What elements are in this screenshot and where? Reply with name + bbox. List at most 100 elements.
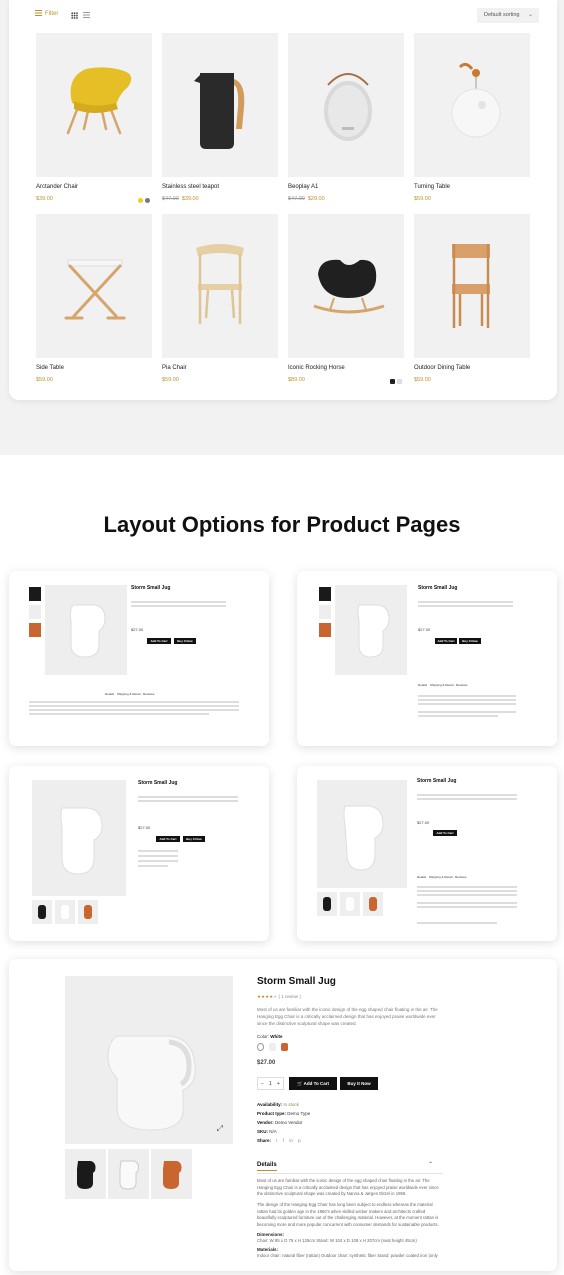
twitter-icon[interactable]: t	[276, 1138, 277, 1143]
add-to-cart-button[interactable]: 🛒 Add To Cart	[289, 1077, 337, 1090]
tab-details[interactable]: Details	[418, 683, 427, 687]
thumbnail-orange-jug[interactable]	[78, 900, 98, 924]
product-card[interactable]: Turning Table $59.00	[414, 33, 530, 202]
tab-details[interactable]: Details	[257, 1162, 277, 1171]
product-card[interactable]: Arctander Chair $39.00	[36, 33, 152, 203]
pinterest-icon[interactable]: p	[298, 1138, 301, 1143]
add-to-cart-label: Add To Cart	[303, 1081, 330, 1086]
thumbnail-black-jug[interactable]	[317, 892, 337, 916]
review-count[interactable]: ( 1 review )	[278, 994, 300, 999]
thumbnail-black-jug[interactable]	[319, 587, 331, 601]
filter-button[interactable]: Filter	[45, 11, 58, 17]
main-product-image[interactable]	[335, 585, 407, 675]
product-type-value[interactable]: Demo Type	[287, 1111, 310, 1116]
product-price: $47.00 $29.00	[288, 196, 404, 202]
product-name[interactable]: Beoplay A1	[288, 184, 404, 190]
product-image[interactable]	[414, 214, 530, 358]
product-image[interactable]	[162, 33, 278, 177]
add-to-cart-button[interactable]: Add To Cart	[435, 638, 457, 644]
zoom-icon[interactable]: ⤢	[217, 1124, 223, 1134]
sort-select[interactable]: Default sorting ⌄	[477, 8, 539, 23]
swatch-black-jug[interactable]	[257, 1043, 264, 1051]
product-name[interactable]: Arctander Chair	[36, 184, 152, 190]
layout-preview-thumbs-bottom[interactable]: Storm Small Jug $27.00 Add To Cart Buy I…	[9, 766, 269, 941]
list-view-icon[interactable]	[83, 12, 90, 19]
product-card[interactable]: Iconic Rocking Horse $89.00	[288, 214, 404, 384]
add-to-cart-button[interactable]: Add To Cart	[433, 830, 457, 836]
buy-now-button[interactable]: Buy It Now	[183, 836, 205, 842]
quantity-value[interactable]: 1	[269, 1081, 272, 1087]
tab-details[interactable]: Details	[105, 692, 114, 696]
tab-reviews[interactable]: Reviews	[143, 692, 154, 696]
product-image[interactable]	[162, 214, 278, 358]
product-card[interactable]: Beoplay A1 $47.00 $29.00	[288, 33, 404, 202]
add-to-cart-button[interactable]: Add To Cart	[147, 638, 171, 644]
thumbnail-black-jug[interactable]	[32, 900, 52, 924]
thumbnail-orange-jug[interactable]	[151, 1149, 192, 1199]
facebook-icon[interactable]: f	[283, 1138, 284, 1143]
product-card[interactable]: Side Table $59.00	[36, 214, 152, 383]
linkedin-icon[interactable]: in	[289, 1138, 293, 1143]
swatch-yellow[interactable]	[138, 198, 143, 203]
main-product-image[interactable]	[317, 780, 407, 888]
buy-now-button[interactable]: Buy It Now	[340, 1077, 378, 1090]
product-name[interactable]: Outdoor Dining Table	[414, 365, 530, 371]
main-product-image[interactable]	[45, 585, 127, 675]
product-card[interactable]: Pia Chair $59.00	[162, 214, 278, 383]
layout-preview-large[interactable]: ⤢ Storm Small Jug ★★★★★ ( 1 review ) Mos…	[9, 959, 557, 1271]
tab-reviews[interactable]: Reviews	[455, 875, 466, 879]
swatch-gray[interactable]	[145, 198, 150, 203]
product-name[interactable]: Iconic Rocking Horse	[288, 365, 404, 371]
filter-icon[interactable]	[35, 10, 42, 17]
rating-star-empty: ★	[273, 994, 278, 999]
thumbnail-black-jug[interactable]	[65, 1149, 106, 1199]
thumbnail-orange-jug[interactable]	[319, 623, 331, 637]
product-price: $27.00	[417, 820, 430, 825]
color-swatches	[257, 1043, 288, 1051]
main-product-image[interactable]	[32, 780, 126, 896]
layout-preview-thumbs-bottom-details[interactable]: Storm Small Jug $27.00 Add To Cart Detai…	[297, 766, 557, 941]
swatch-orange-jug[interactable]	[281, 1043, 288, 1051]
minus-button[interactable]: −	[261, 1081, 264, 1087]
tab-shipping[interactable]: Shipping & Return	[430, 683, 454, 687]
tab-shipping[interactable]: Shipping & Return	[429, 875, 453, 879]
tab-reviews[interactable]: Reviews	[456, 683, 467, 687]
thumbnail-black-jug[interactable]	[29, 587, 41, 601]
swatch-white[interactable]	[397, 379, 402, 384]
chevron-up-icon[interactable]: ⌃	[428, 1161, 433, 1168]
layout-preview-thumbs-left[interactable]: Storm Small Jug $27.00 Add To Cart Buy I…	[9, 571, 269, 746]
thumbnail-white-jug[interactable]	[55, 900, 75, 924]
vendor-value[interactable]: Demo Vendor	[275, 1120, 303, 1125]
swatch-white-jug[interactable]	[269, 1043, 276, 1051]
buy-now-button[interactable]: Buy It Now	[459, 638, 481, 644]
grid-view-icon[interactable]	[71, 12, 78, 19]
thumbnail-white-jug[interactable]	[340, 892, 360, 916]
thumbnail-white-jug[interactable]	[319, 605, 331, 619]
product-name[interactable]: Turning Table	[414, 184, 530, 190]
thumbnail-white-jug[interactable]	[29, 605, 41, 619]
quantity-stepper[interactable]: − 1 +	[257, 1077, 284, 1090]
layout-preview-thumbs-vertical[interactable]: Storm Small Jug $27.00 Add To Cart Buy I…	[297, 571, 557, 746]
swatch-black[interactable]	[390, 379, 395, 384]
product-name[interactable]: Stainless steel teapot	[162, 184, 278, 190]
product-image[interactable]	[414, 33, 530, 177]
main-product-image[interactable]: ⤢	[65, 976, 233, 1144]
product-price: $89.00	[288, 377, 404, 383]
tab-details[interactable]: Details	[417, 875, 426, 879]
product-name[interactable]: Side Table	[36, 365, 152, 371]
product-image[interactable]	[36, 214, 152, 358]
tab-shipping[interactable]: Shipping & Return	[117, 692, 141, 696]
plus-button[interactable]: +	[277, 1081, 280, 1087]
thumbnail-orange-jug[interactable]	[363, 892, 383, 916]
product-image[interactable]	[36, 33, 152, 177]
product-card[interactable]: Stainless steel teapot $47.00 $39.00	[162, 33, 278, 202]
shop-toolbar: Filter Default sorting ⌄	[35, 8, 539, 24]
product-card[interactable]: Outdoor Dining Table $59.00	[414, 214, 530, 383]
product-name[interactable]: Pia Chair	[162, 365, 278, 371]
thumbnail-white-jug[interactable]	[108, 1149, 149, 1199]
product-image[interactable]	[288, 214, 404, 358]
product-image[interactable]	[288, 33, 404, 177]
thumbnail-orange-jug[interactable]	[29, 623, 41, 637]
add-to-cart-button[interactable]: Add To Cart	[156, 836, 180, 842]
buy-now-button[interactable]: Buy It Now	[174, 638, 196, 644]
